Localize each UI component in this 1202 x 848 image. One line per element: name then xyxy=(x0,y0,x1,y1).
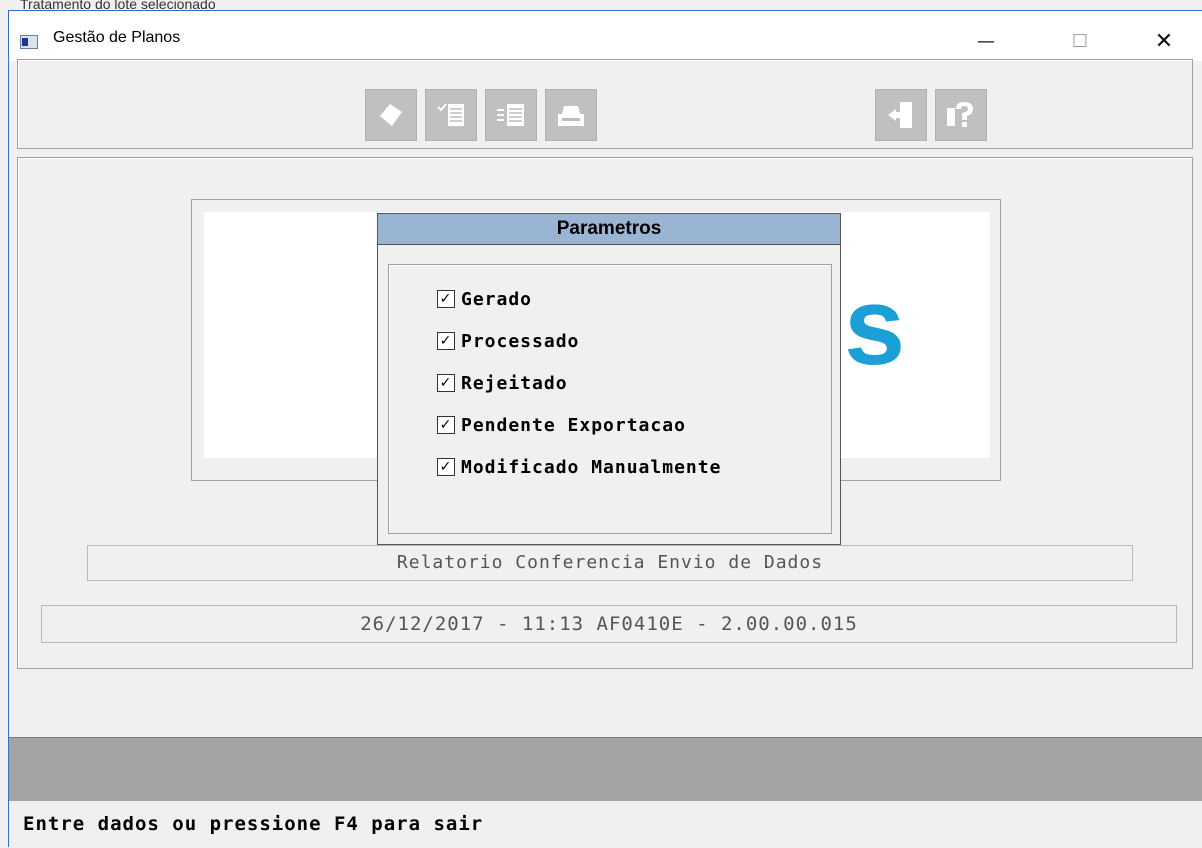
checkbox-rejeitado[interactable]: ✓ xyxy=(437,374,455,392)
toolbar xyxy=(17,59,1193,149)
minimize-button[interactable]: — xyxy=(963,25,1009,57)
close-button[interactable]: ✕ xyxy=(1141,25,1187,57)
option-label: Modificado Manualmente xyxy=(461,456,722,478)
checkbox-gerado[interactable]: ✓ xyxy=(437,290,455,308)
print-button[interactable] xyxy=(545,89,597,141)
exit-door-icon xyxy=(888,102,912,128)
help-button[interactable] xyxy=(935,89,987,141)
option-label: Pendente Exportacao xyxy=(461,414,686,436)
option-gerado[interactable]: ✓ Gerado xyxy=(437,287,532,311)
report-title: Relatorio Conferencia Envio de Dados xyxy=(87,545,1133,581)
app-window-icon[interactable] xyxy=(20,35,38,49)
printer-icon xyxy=(558,106,584,126)
maximize-button[interactable]: ☐ xyxy=(1057,25,1103,57)
option-processado[interactable]: ✓ Processado xyxy=(437,329,579,353)
dialog-options-group: ✓ Gerado ✓ Processado ✓ Rejeitado ✓ Pend… xyxy=(388,264,832,534)
checklist-icon xyxy=(437,103,464,126)
option-pendente-exportacao[interactable]: ✓ Pendente Exportacao xyxy=(437,413,686,437)
logo-letter: s xyxy=(844,265,906,388)
checkbox-processado[interactable]: ✓ xyxy=(437,332,455,350)
option-label: Rejeitado xyxy=(461,372,568,394)
status-message: Entre dados ou pressione F4 para sair xyxy=(23,813,484,835)
exit-button[interactable] xyxy=(875,89,927,141)
option-label: Gerado xyxy=(461,288,533,310)
checklist-button[interactable] xyxy=(425,89,477,141)
parameters-dialog: Parametros ✓ Gerado ✓ Processado ✓ Rejei… xyxy=(377,213,841,545)
help-question-icon xyxy=(947,102,973,127)
eraser-button[interactable] xyxy=(365,89,417,141)
list-arrow-icon xyxy=(497,104,524,126)
status-band xyxy=(9,737,1202,801)
option-modificado-manualmente[interactable]: ✓ Modificado Manualmente xyxy=(437,455,721,479)
window-title: Gestão de Planos xyxy=(53,29,181,46)
checkbox-modificado-manualmente[interactable]: ✓ xyxy=(437,458,455,476)
dialog-title[interactable]: Parametros xyxy=(378,214,840,245)
option-label: Processado xyxy=(461,330,580,352)
checkbox-pendente-exportacao[interactable]: ✓ xyxy=(437,416,455,434)
app-window: Gestão de Planos — ☐ ✕ s Relatorio Confe… xyxy=(8,10,1202,848)
eraser-icon xyxy=(380,104,402,126)
status-bar: Entre dados ou pressione F4 para sair xyxy=(9,801,1202,848)
version-info: 26/12/2017 - 11:13 AF0410E - 2.00.00.015 xyxy=(41,605,1177,643)
title-bar[interactable]: Gestão de Planos — ☐ ✕ xyxy=(9,11,1202,61)
option-rejeitado[interactable]: ✓ Rejeitado xyxy=(437,371,568,395)
list-arrow-button[interactable] xyxy=(485,89,537,141)
